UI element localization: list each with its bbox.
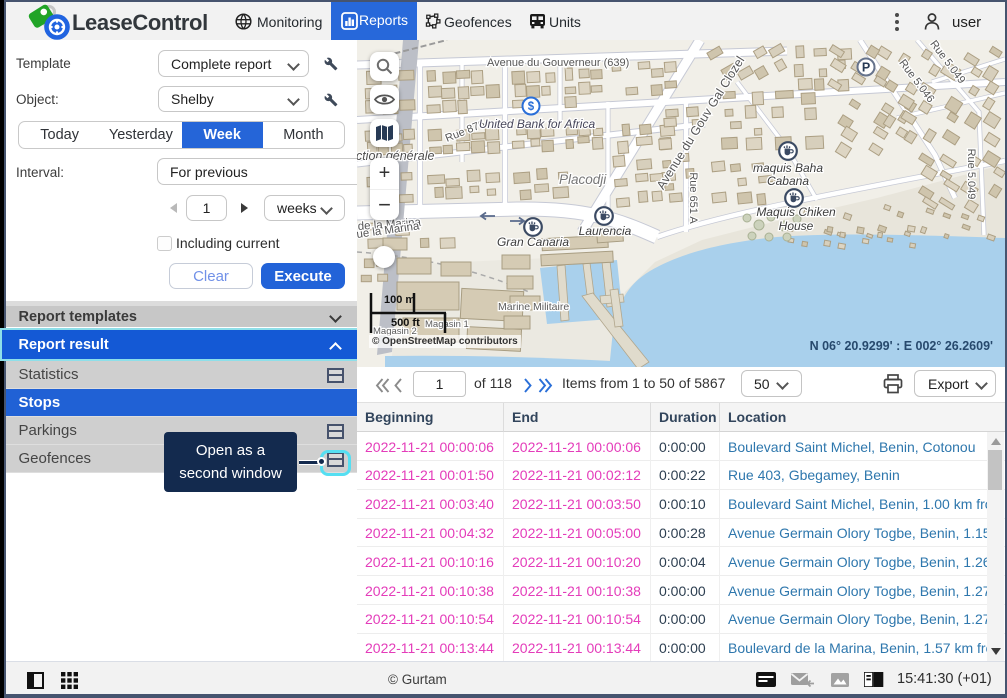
svg-text:Marine Militaire: Marine Militaire: [498, 301, 569, 313]
svg-text:Placodji: Placodji: [559, 172, 607, 187]
svg-text:Gran Canaria: Gran Canaria: [497, 235, 569, 249]
svg-text:United Bank for Africa: United Bank for Africa: [479, 117, 596, 131]
svg-text:Avenue du Gouverneur (639): Avenue du Gouverneur (639): [487, 57, 629, 69]
svg-text:maquis Baha: maquis Baha: [753, 161, 823, 175]
svg-text:House: House: [779, 219, 814, 233]
svg-text:Cabana: Cabana: [767, 174, 809, 188]
svg-text:P: P: [862, 60, 870, 74]
svg-text:Rue 5.049: Rue 5.049: [965, 149, 977, 200]
svg-text:$: $: [528, 101, 535, 113]
svg-text:Laurencia: Laurencia: [579, 224, 632, 238]
svg-text:Rue 651 A: Rue 651 A: [687, 172, 699, 224]
